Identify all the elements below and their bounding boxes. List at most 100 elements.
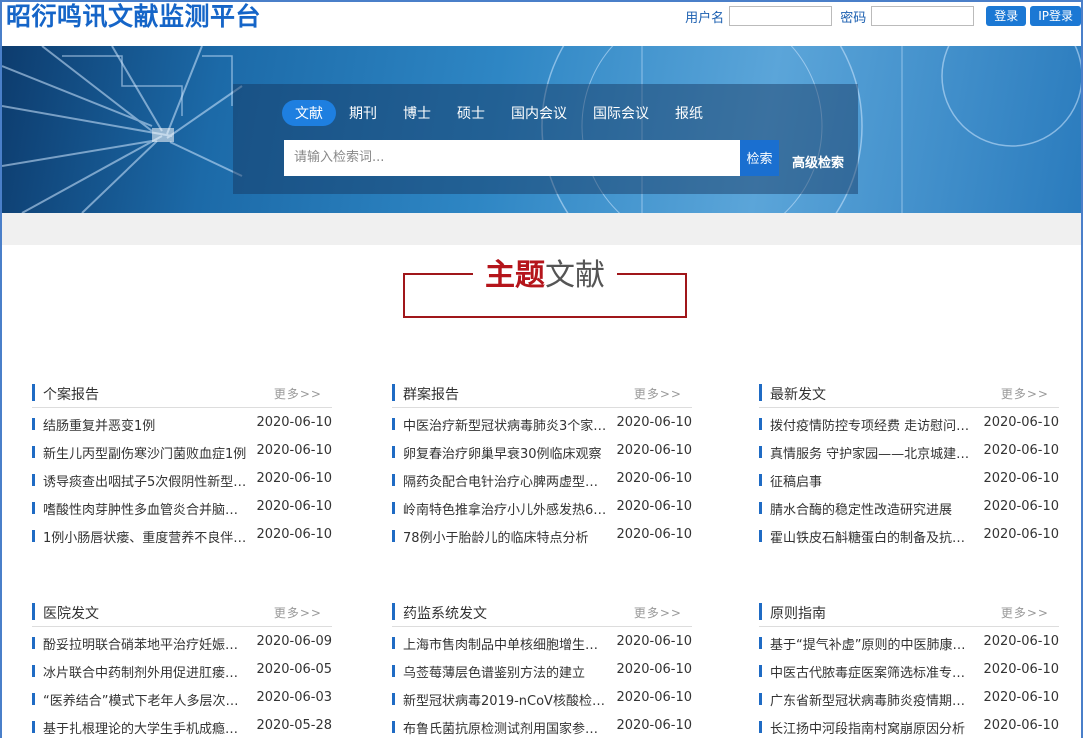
list-item[interactable]: 霍山铁皮石斛糖蛋白的制备及抗氧化活性研究 2020-06-10 [759, 520, 1059, 548]
list-item[interactable]: 广东省新型冠状病毒肺炎疫情期间防控指南 2020-06-10 [759, 683, 1059, 711]
list-item-title[interactable]: 结肠重复并恶变1例 [43, 415, 251, 434]
login-button[interactable]: 登录 [986, 6, 1027, 26]
search-input[interactable]: 请输入检索词... [284, 140, 740, 176]
list-item-date: 2020-06-10 [983, 443, 1059, 458]
list-item[interactable]: 中医治疗新型冠状病毒肺炎3个家庭聚集性病例 2020-06-10 [392, 408, 692, 436]
list-item-title[interactable]: 拨付疫情防控专项经费 走访慰问一线医务人员 [770, 415, 978, 434]
list-item[interactable]: 隔药灸配合电针治疗心脾两虚型亚健康失眠 2020-06-10 [392, 464, 692, 492]
list-item-title[interactable]: 新生儿丙型副伤寒沙门菌败血症1例 [43, 443, 251, 462]
search-button[interactable]: 检索 [740, 140, 779, 176]
list-item[interactable]: 长江扬中河段指南村窝崩原因分析 2020-06-10 [759, 711, 1059, 738]
more-link[interactable]: 更多>> [274, 604, 322, 621]
list-item-title[interactable]: 基于扎根理论的大学生手机成瘾影响因素研究 [43, 718, 251, 737]
list-item[interactable]: 腈水合酶的稳定性改造研究进展 2020-06-10 [759, 492, 1059, 520]
more-link[interactable]: 更多>> [1001, 385, 1049, 402]
list-item-title[interactable]: 岭南特色推拿治疗小儿外感发热60例临床观察 [403, 499, 611, 518]
list-item-date: 2020-06-10 [616, 690, 692, 705]
panel-hospital: 医院发文 更多>> 酚妥拉明联合硝苯地平治疗妊娠期高血压疾病 2020-06-09… [32, 601, 332, 738]
list-item-title[interactable]: 酚妥拉明联合硝苯地平治疗妊娠期高血压疾病 [43, 634, 251, 653]
tab-international-conference[interactable]: 国际会议 [580, 100, 662, 126]
advanced-search-link[interactable]: 高级检索 [792, 152, 844, 171]
list-item[interactable]: 诱导痰查出咽拭子5次假阴性新型冠状病毒肺炎1例 2020-06-10 [32, 464, 332, 492]
list-item[interactable]: 岭南特色推拿治疗小儿外感发热60例临床观察 2020-06-10 [392, 492, 692, 520]
list-item[interactable]: 结肠重复并恶变1例 2020-06-10 [32, 408, 332, 436]
panel-title: 药监系统发文 [403, 606, 487, 622]
list-item-title[interactable]: 78例小于胎龄儿的临床特点分析 [403, 527, 611, 546]
list-item-title[interactable]: 基于“提气补虚”原则的中医肺康复方案研究 [770, 634, 978, 653]
list-item-title[interactable]: 冰片联合中药制剂外用促进肛瘘术后创面愈合 [43, 662, 251, 681]
list-item-title[interactable]: 卵复春治疗卵巢早衰30例临床观察 [403, 443, 611, 462]
list-item-title[interactable]: 真情服务 守护家园——北京城建集团抗疫纪实 [770, 443, 978, 462]
panel-case-report: 个案报告 更多>> 结肠重复并恶变1例 2020-06-10 新生儿丙型副伤寒沙门菌… [32, 382, 332, 548]
list-item-title[interactable]: 广东省新型冠状病毒肺炎疫情期间防控指南 [770, 690, 978, 709]
list-item-title[interactable]: 霍山铁皮石斛糖蛋白的制备及抗氧化活性研究 [770, 527, 978, 546]
panel-header: 群案报告 更多>> [392, 382, 692, 408]
list-item[interactable]: 新型冠状病毒2019-nCoV核酸检测试剂盒性能评价 2020-06-10 [392, 683, 692, 711]
list-item[interactable]: 基于“提气补虚”原则的中医肺康复方案研究 2020-06-10 [759, 627, 1059, 655]
list-item-title[interactable]: 中医古代脓毒症医案筛选标准专家共识 [770, 662, 978, 681]
list-item[interactable]: 布鲁氏菌抗原检测试剂用国家参考品的研制 2020-06-10 [392, 711, 692, 738]
list-item[interactable]: 上海市售肉制品中单核细胞增生李斯特菌的检测 2020-06-10 [392, 627, 692, 655]
list-item-title[interactable]: 长江扬中河段指南村窝崩原因分析 [770, 718, 978, 737]
list-item[interactable]: 78例小于胎龄儿的临床特点分析 2020-06-10 [392, 520, 692, 548]
list-item-bar [392, 418, 395, 430]
list-item[interactable]: 基于扎根理论的大学生手机成瘾影响因素研究 2020-05-28 [32, 711, 332, 738]
tab-literature[interactable]: 文献 [282, 100, 336, 126]
list-item-date: 2020-06-10 [616, 718, 692, 733]
list-item-title[interactable]: 中医治疗新型冠状病毒肺炎3个家庭聚集性病例 [403, 415, 611, 434]
site-logo[interactable]: 昭衍鸣讯文献监测平台 [6, 2, 261, 32]
list-item[interactable]: 嗜酸性肉芽肿性多血管炎合并脑出血1例 2020-06-10 [32, 492, 332, 520]
list-item[interactable]: 真情服务 守护家园——北京城建集团抗疫纪实 2020-06-10 [759, 436, 1059, 464]
list-item-title[interactable]: 诱导痰查出咽拭子5次假阴性新型冠状病毒肺炎1例 [43, 471, 251, 490]
list-item-bar [32, 693, 35, 705]
list-item-title[interactable]: “医养结合”模式下老年人多层次个性化护理 [43, 690, 251, 709]
username-input[interactable] [729, 6, 833, 26]
list-item[interactable]: 中医古代脓毒症医案筛选标准专家共识 2020-06-10 [759, 655, 1059, 683]
list-item-bar [32, 418, 35, 430]
panel-header-bar [32, 603, 35, 620]
panel-header: 药监系统发文 更多>> [392, 601, 692, 627]
list-item-title[interactable]: 腈水合酶的稳定性改造研究进展 [770, 499, 978, 518]
list-item[interactable]: 新生儿丙型副伤寒沙门菌败血症1例 2020-06-10 [32, 436, 332, 464]
list-item[interactable]: 征稿启事 2020-06-10 [759, 464, 1059, 492]
list-item-title[interactable]: 征稿启事 [770, 471, 978, 490]
list-item-bar [392, 446, 395, 458]
list-item[interactable]: 1例小肠唇状瘘、重度营养不良伴感染患者的护理 2020-06-10 [32, 520, 332, 548]
search-tabs: 文献 期刊 博士 硕士 国内会议 国际会议 报纸 [282, 100, 716, 126]
list-item-bar [32, 637, 35, 649]
panel-group-report: 群案报告 更多>> 中医治疗新型冠状病毒肺炎3个家庭聚集性病例 2020-06-1… [392, 382, 692, 548]
tab-journal[interactable]: 期刊 [336, 100, 390, 126]
list-item-title[interactable]: 隔药灸配合电针治疗心脾两虚型亚健康失眠 [403, 471, 611, 490]
more-link[interactable]: 更多>> [634, 385, 682, 402]
list-item-bar [759, 446, 762, 458]
tab-master[interactable]: 硕士 [444, 100, 498, 126]
list-item-title[interactable]: 布鲁氏菌抗原检测试剂用国家参考品的研制 [403, 718, 611, 737]
list-item-title[interactable]: 新型冠状病毒2019-nCoV核酸检测试剂盒性能评价 [403, 690, 611, 709]
ip-login-button[interactable]: IP登录 [1030, 6, 1081, 26]
list-item[interactable]: 乌莶莓薄层色谱鉴别方法的建立 2020-06-10 [392, 655, 692, 683]
list-item-bar [392, 693, 395, 705]
list-item-bar [32, 530, 35, 542]
list-item[interactable]: 拨付疫情防控专项经费 走访慰问一线医务人员 2020-06-10 [759, 408, 1059, 436]
list-item-date: 2020-06-10 [983, 471, 1059, 486]
list-item-title[interactable]: 上海市售肉制品中单核细胞增生李斯特菌的检测 [403, 634, 611, 653]
more-link[interactable]: 更多>> [634, 604, 682, 621]
list-item[interactable]: “医养结合”模式下老年人多层次个性化护理 2020-06-03 [32, 683, 332, 711]
list-item-date: 2020-06-10 [616, 527, 692, 542]
list-item-title[interactable]: 嗜酸性肉芽肿性多血管炎合并脑出血1例 [43, 499, 251, 518]
list-item[interactable]: 酚妥拉明联合硝苯地平治疗妊娠期高血压疾病 2020-06-09 [32, 627, 332, 655]
list-item-date: 2020-05-28 [256, 718, 332, 733]
list-item[interactable]: 冰片联合中药制剂外用促进肛瘘术后创面愈合 2020-06-05 [32, 655, 332, 683]
list-item-bar [759, 693, 762, 705]
password-input[interactable] [871, 6, 975, 26]
more-link[interactable]: 更多>> [274, 385, 322, 402]
tab-newspaper[interactable]: 报纸 [662, 100, 716, 126]
list-item-date: 2020-06-10 [983, 634, 1059, 649]
list-item-title[interactable]: 1例小肠唇状瘘、重度营养不良伴感染患者的护理 [43, 527, 251, 546]
list-item-date: 2020-06-10 [256, 415, 332, 430]
list-item-title[interactable]: 乌莶莓薄层色谱鉴别方法的建立 [403, 662, 611, 681]
tab-domestic-conference[interactable]: 国内会议 [498, 100, 580, 126]
tab-doctoral[interactable]: 博士 [390, 100, 444, 126]
more-link[interactable]: 更多>> [1001, 604, 1049, 621]
list-item[interactable]: 卵复春治疗卵巢早衰30例临床观察 2020-06-10 [392, 436, 692, 464]
